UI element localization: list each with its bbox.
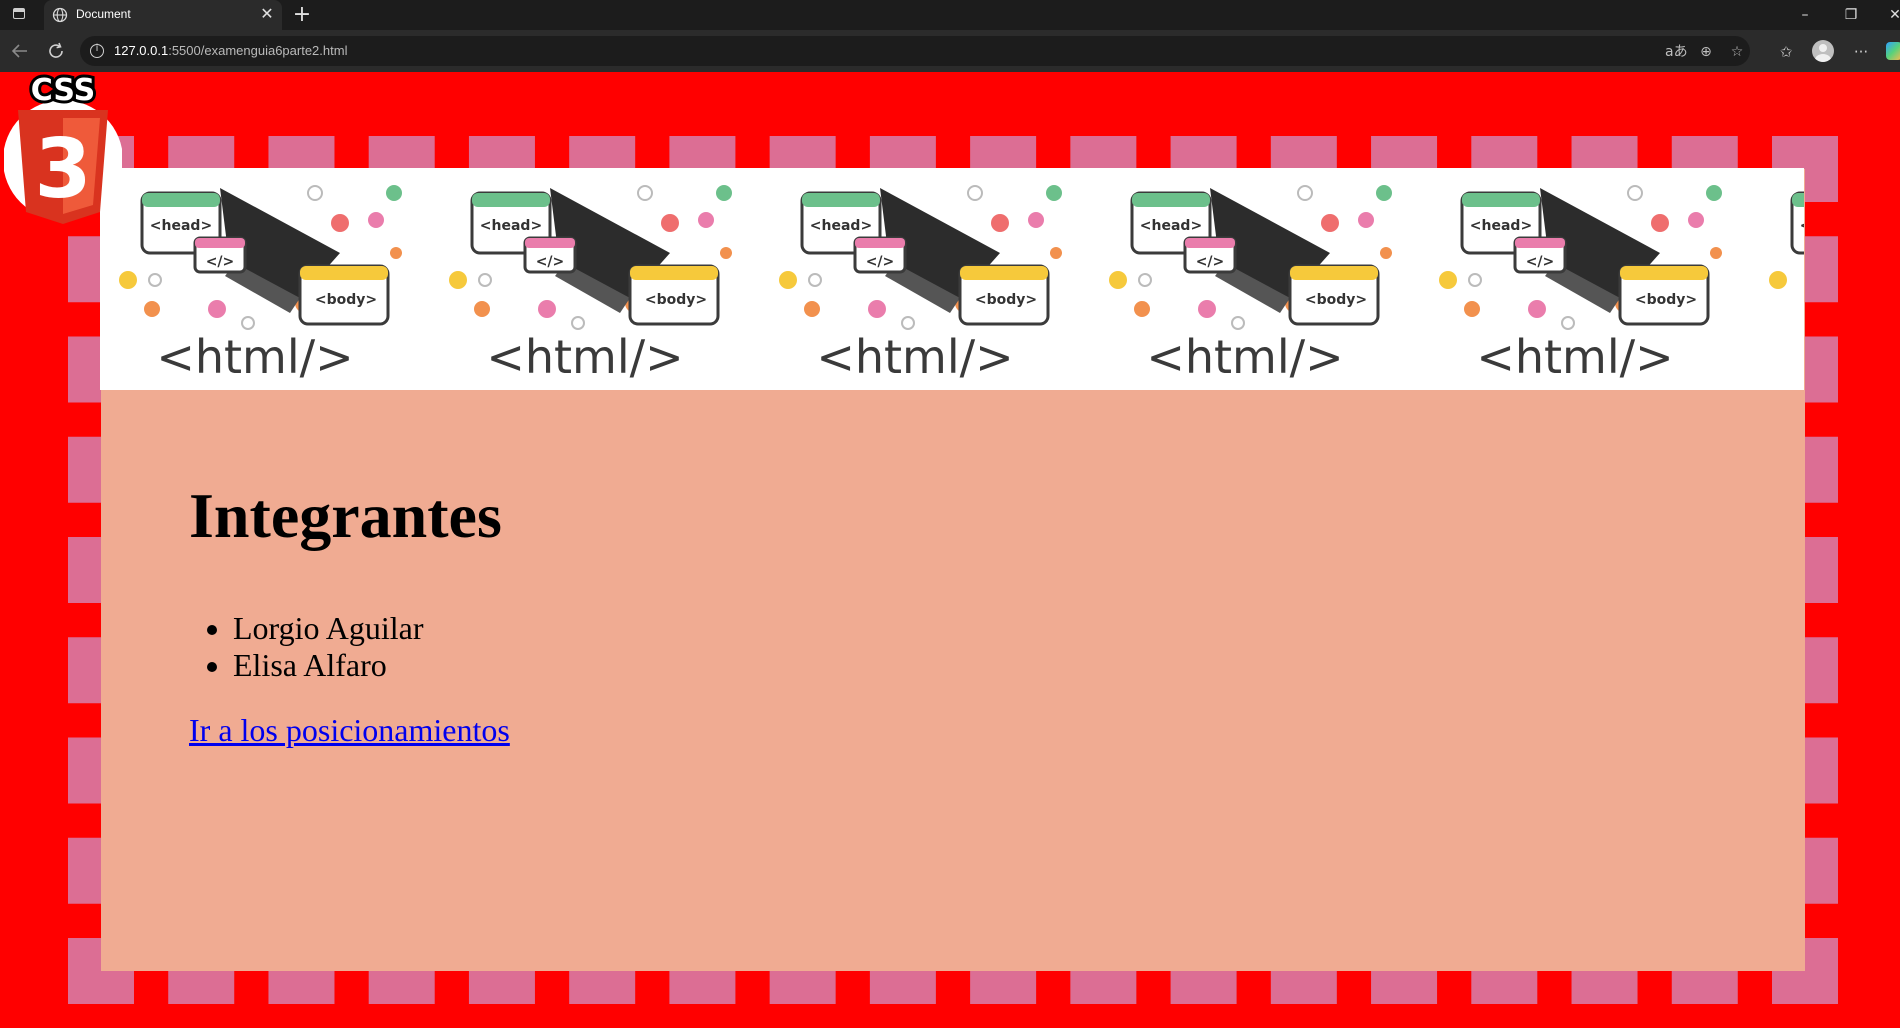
css-logo-text: CSS	[31, 73, 95, 108]
tab-document[interactable]: Document ✕	[44, 0, 282, 30]
html-banner-image: <head> </> <body> <html/>	[1109, 185, 1392, 384]
globe-icon	[52, 7, 68, 23]
banner-html-text: <html/>	[486, 330, 683, 384]
banner-code-text: </>	[206, 254, 235, 270]
positioning-link[interactable]: Ir a los posicionamientos	[189, 712, 510, 749]
tab-bar: Document ✕ + – ❐ ✕	[0, 0, 1900, 30]
banner-head-text: <head>	[1800, 218, 1804, 234]
banner-body-text: <body>	[645, 292, 707, 308]
list-item: Elisa Alfaro	[189, 647, 424, 684]
restore-icon[interactable]: ❐	[1836, 3, 1866, 27]
window-menu-icon[interactable]	[13, 8, 25, 19]
banner-code-text: </>	[1196, 254, 1225, 270]
site-info-icon[interactable]	[90, 43, 104, 58]
favorites-icon[interactable]: ✩	[1775, 41, 1797, 63]
html-banner-image: <head> </> <body> <html/>	[119, 185, 402, 384]
page-viewport: <head> </> <body> <html/> <head> </> <bo…	[0, 72, 1900, 1028]
minimize-icon[interactable]: –	[1790, 3, 1820, 27]
banner-strip: <head> </> <body> <html/> <head> </> <bo…	[100, 168, 1804, 390]
back-icon[interactable]	[8, 39, 32, 63]
banner-body-text: <body>	[1305, 292, 1367, 308]
profile-avatar-icon[interactable]	[1812, 40, 1834, 62]
new-tab-icon[interactable]: +	[290, 3, 314, 27]
html-banner-image: <head> </> <body> <html/>	[449, 185, 732, 384]
html-banner-image: <head>	[1769, 191, 1804, 289]
banner-head-text: <head>	[1140, 218, 1202, 234]
more-menu-icon[interactable]: ···	[1850, 41, 1872, 63]
favorite-star-icon[interactable]: ☆	[1727, 42, 1747, 62]
banner-code-text: </>	[536, 254, 565, 270]
read-aloud-icon[interactable]: a͏あ	[1665, 42, 1688, 62]
banner-head-text: <head>	[1470, 218, 1532, 234]
banner-body-text: <body>	[975, 292, 1037, 308]
browser-chrome: Document ✕ + – ❐ ✕ 127.0.0.1:5500/examen…	[0, 0, 1900, 72]
zoom-icon[interactable]: ⊕	[1696, 42, 1716, 62]
banner-html-text: <html/>	[156, 330, 353, 384]
css-logo-number: 3	[34, 122, 91, 217]
css3-logo-icon: CSS 3	[4, 72, 122, 224]
close-window-icon[interactable]: ✕	[1880, 3, 1900, 27]
address-bar[interactable]: 127.0.0.1:5500/examenguia6parte2.html a͏…	[80, 36, 1750, 66]
banner-head-text: <head>	[150, 218, 212, 234]
html-banner-image: <head> </> <body> <html/>	[779, 185, 1062, 384]
banner-html-text: <html/>	[1476, 330, 1673, 384]
banner-head-text: <head>	[810, 218, 872, 234]
tab-title: Document	[76, 7, 131, 21]
members-list: Lorgio Aguilar Elisa Alfaro	[189, 610, 424, 684]
banner-body-text: <body>	[315, 292, 377, 308]
list-item: Lorgio Aguilar	[189, 610, 424, 647]
copilot-icon[interactable]	[1886, 42, 1900, 60]
banner-html-text: <html/>	[816, 330, 1013, 384]
html-banner-image: <head> </> <body> <html/>	[1439, 185, 1722, 384]
banner-html-text: <html/>	[1146, 330, 1343, 384]
page-title: Integrantes	[189, 480, 502, 551]
banner-body-text: <body>	[1635, 292, 1697, 308]
banner-code-text: </>	[866, 254, 895, 270]
banner-code-text: </>	[1526, 254, 1555, 270]
url-text[interactable]: 127.0.0.1:5500/examenguia6parte2.html	[114, 43, 347, 58]
tab-close-icon[interactable]: ✕	[258, 5, 276, 23]
banner-head-text: <head>	[480, 218, 542, 234]
toolbar: 127.0.0.1:5500/examenguia6parte2.html a͏…	[0, 30, 1900, 72]
reload-icon[interactable]	[44, 39, 68, 63]
